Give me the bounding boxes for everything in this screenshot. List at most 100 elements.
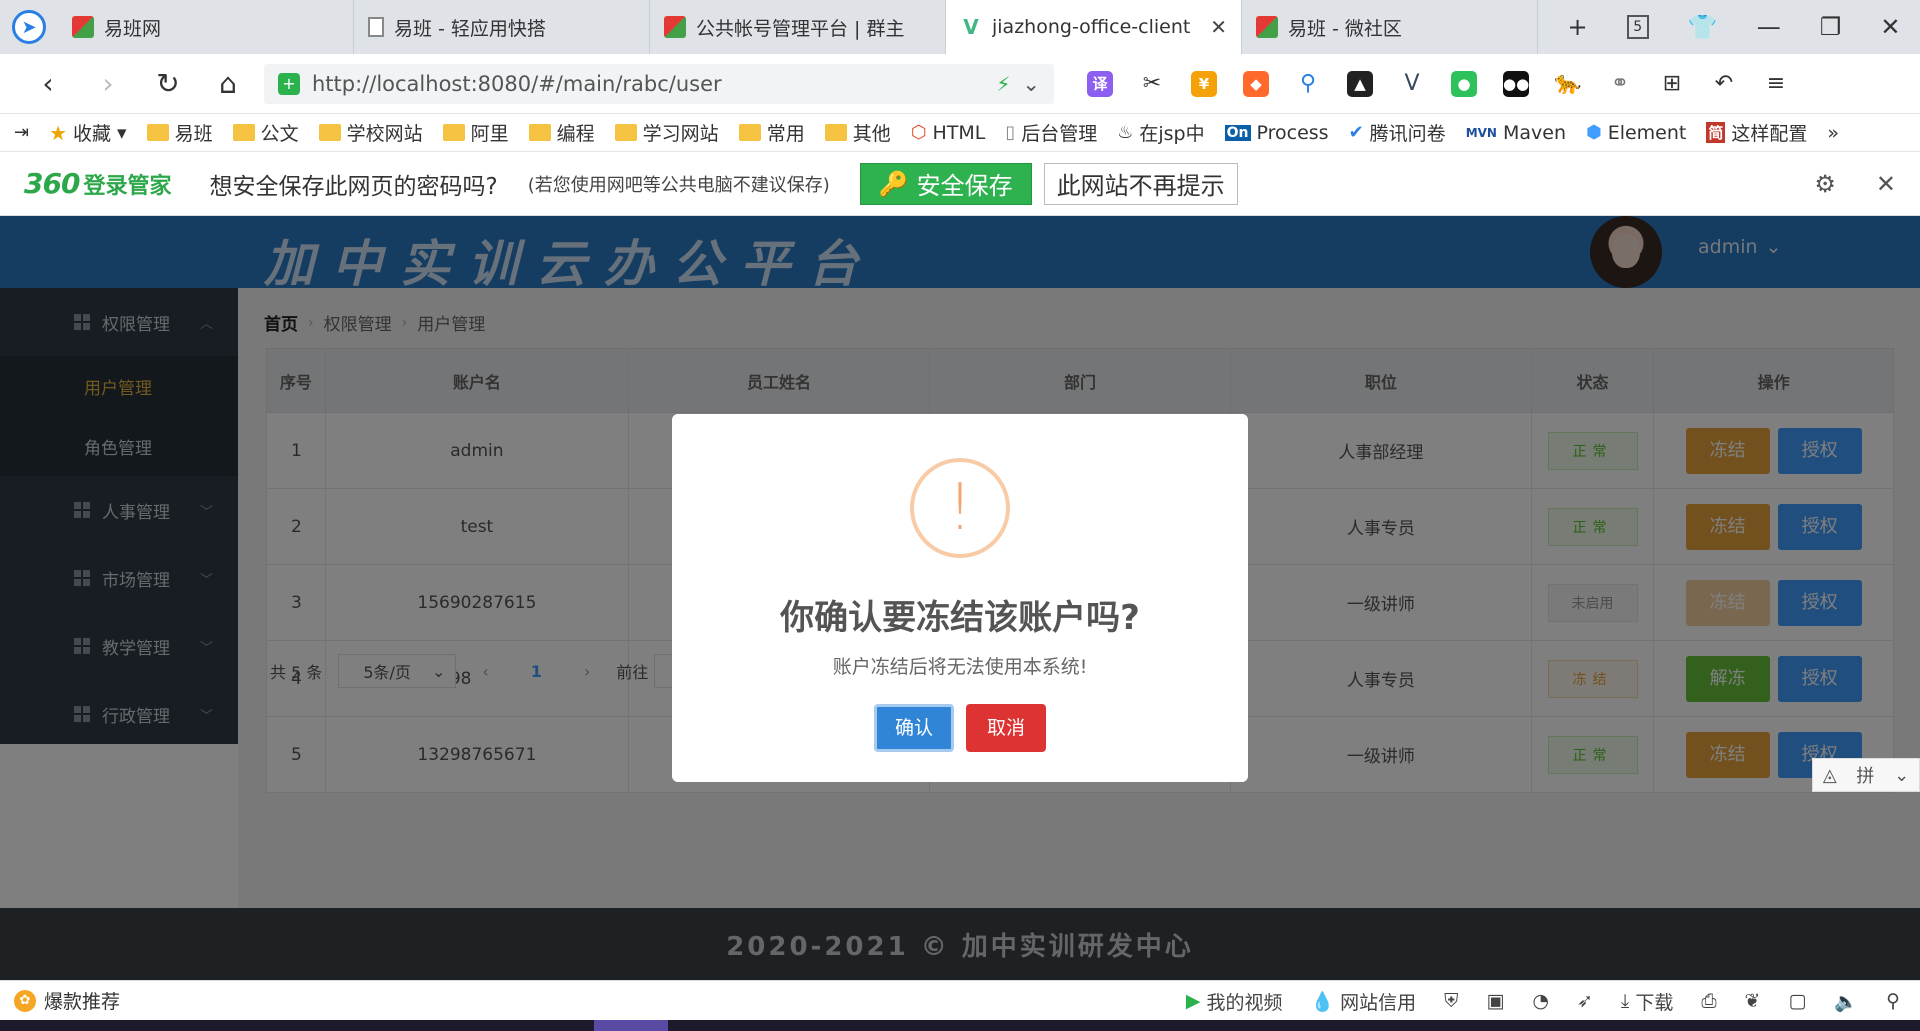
vuejs-devtools-icon[interactable]: V: [1386, 64, 1438, 104]
leaf-icon[interactable]: ❦: [1745, 990, 1761, 1012]
yiban-icon: [1256, 16, 1278, 38]
cancel-button[interactable]: 取消: [966, 704, 1046, 752]
bookmark-folder[interactable]: 学校网站: [318, 119, 423, 146]
extensions-bar: 译 ✂ ¥ ◆ ⚲ ▲ V ● ●● 🐆 ⚭ ⊞ ↶ ≡: [1074, 64, 1802, 104]
bookmark-link[interactable]: ⬡ HTML: [911, 122, 986, 144]
new-tab-icon[interactable]: +: [1568, 13, 1588, 41]
translate-icon[interactable]: 译: [1074, 64, 1126, 104]
chevron-down-icon[interactable]: ⌄: [1022, 72, 1040, 96]
browser-tab-bar: ➤ 易班网 易班 - 轻应用快搭 公共帐号管理平台 | 群主 V jiazhon…: [0, 0, 1920, 54]
bookmark-link[interactable]: 简这样配置: [1706, 119, 1807, 146]
browser-tab-3[interactable]: V jiazhong-office-client ✕: [946, 0, 1242, 54]
dialog-message: 账户冻结后将无法使用本系统!: [832, 656, 1088, 678]
ime-mode: 拼: [1856, 766, 1875, 787]
folder-icon: [528, 124, 551, 141]
never-prompt-button[interactable]: 此网站不再提示: [1043, 162, 1238, 205]
printer-icon[interactable]: ⎙: [1701, 990, 1716, 1012]
menu-icon[interactable]: ≡: [1750, 64, 1802, 104]
extension-dark-icon[interactable]: ▲: [1334, 64, 1386, 104]
minimize-icon[interactable]: —: [1757, 13, 1781, 41]
login-manager-brand: 360 登录管家: [24, 167, 172, 200]
forward-icon[interactable]: ›: [78, 67, 138, 100]
element-icon: ⬢: [1585, 122, 1602, 143]
password-save-bar: 360 登录管家 想安全保存此网页的密码吗? (若您使用网吧等公共电脑不建议保存…: [0, 152, 1920, 216]
browser-status-bar: ✿ 爆款推荐 ▶ 我的视频 💧 网站信用 ⛨ ▣ ◔ ➶ ⤓ 下载 ⎙ ❦ ▢ 🔈 ⚲: [0, 980, 1920, 1020]
ime-toolbar[interactable]: ◬ 拼 ⌄: [1812, 758, 1920, 792]
folder-icon: [442, 124, 465, 141]
wechat-icon[interactable]: ●: [1438, 64, 1490, 104]
bookmark-link[interactable]: On Process: [1224, 122, 1329, 144]
confirm-button[interactable]: 确认: [874, 704, 954, 752]
browser-tab-4[interactable]: 易班 - 微社区: [1242, 0, 1538, 54]
bookmark-folder[interactable]: 阿里: [442, 119, 509, 146]
url-input[interactable]: + http://localhost:8080/#/main/rabc/user…: [264, 63, 1054, 104]
tampermonkey-icon[interactable]: ●●: [1490, 64, 1542, 104]
image-icon[interactable]: ▣: [1486, 990, 1504, 1012]
bookmark-folder[interactable]: 公文: [232, 119, 299, 146]
save-password-button[interactable]: 🔑 安全保存: [859, 162, 1032, 205]
rocket-icon[interactable]: ➶: [1577, 990, 1593, 1012]
search-icon[interactable]: ⚲: [1282, 64, 1334, 104]
tab-count-badge[interactable]: 5: [1626, 15, 1649, 39]
undo-icon[interactable]: ↶: [1698, 64, 1750, 104]
bookmark-folder[interactable]: 易班: [146, 119, 213, 146]
password-hint: (若您使用网吧等公共电脑不建议保存): [527, 174, 830, 196]
java-icon: ♨: [1117, 122, 1134, 143]
bookmark-link[interactable]: MVN Maven: [1466, 122, 1566, 144]
speed-icon[interactable]: ◔: [1532, 990, 1549, 1012]
dialog-title: 你确认要冻结该账户吗?: [780, 598, 1140, 638]
site-credit-button[interactable]: 💧 网站信用: [1310, 988, 1416, 1015]
speaker-icon[interactable]: 🔈: [1834, 990, 1858, 1013]
shield-icon[interactable]: ⛨: [1444, 990, 1458, 1012]
link-icon[interactable]: ⚭: [1594, 64, 1646, 104]
bookmark-link[interactable]: ✔ 腾讯问卷: [1349, 119, 1446, 146]
close-window-icon[interactable]: ✕: [1880, 13, 1900, 41]
reload-icon[interactable]: ↻: [138, 67, 198, 100]
window-icon[interactable]: ▢: [1788, 990, 1806, 1012]
bookmark-link[interactable]: ⬢ Element: [1586, 122, 1686, 144]
apps-grid-icon[interactable]: ⊞: [1646, 64, 1698, 104]
cat-icon[interactable]: 🐆: [1542, 64, 1594, 104]
coupon-icon[interactable]: ¥: [1178, 64, 1230, 104]
password-question: 想安全保存此网页的密码吗?: [209, 173, 498, 200]
key-icon: 🔑: [878, 169, 909, 198]
game-icon[interactable]: ◆: [1230, 64, 1282, 104]
folder-icon: [824, 124, 847, 141]
warning-icon: !: [910, 458, 1010, 558]
maven-icon: MVN: [1465, 125, 1497, 140]
bookmark-link[interactable]: ▯ 后台管理: [1005, 119, 1097, 146]
download-button[interactable]: ⤓ 下载: [1621, 988, 1673, 1015]
status-tools: ▶ 我的视频 💧 网站信用 ⛨ ▣ ◔ ➶ ⤓ 下载 ⎙ ❦ ▢ 🔈 ⚲: [1186, 981, 1900, 1021]
yiban-icon: [664, 16, 686, 38]
browser-logo-icon[interactable]: ➤: [0, 0, 58, 54]
vue-icon: V: [963, 15, 979, 39]
bookmark-folder[interactable]: 常用: [738, 119, 805, 146]
close-tab-icon[interactable]: ✕: [1210, 15, 1227, 39]
scissors-icon[interactable]: ✂: [1126, 64, 1178, 104]
restore-icon[interactable]: ❐: [1820, 13, 1842, 41]
ime-logo-icon: ◬: [1822, 764, 1837, 786]
browser-tab-1[interactable]: 易班 - 轻应用快搭: [354, 0, 650, 54]
my-video-button[interactable]: ▶ 我的视频: [1186, 988, 1283, 1015]
bookmark-link[interactable]: ♨ 在jsp中: [1117, 119, 1204, 146]
bookmark-folder[interactable]: 学习网站: [614, 119, 719, 146]
browser-tab-0[interactable]: 易班网: [58, 0, 354, 54]
search-icon[interactable]: ⚲: [1886, 990, 1900, 1012]
shirt-icon[interactable]: 👕: [1688, 13, 1718, 41]
back-icon[interactable]: ‹: [18, 67, 78, 100]
document-icon: [368, 17, 384, 37]
close-icon[interactable]: ✕: [1876, 170, 1896, 198]
hot-recommend[interactable]: ✿ 爆款推荐: [14, 987, 120, 1014]
bookmark-folder[interactable]: 其他: [824, 119, 891, 146]
bookmark-folder[interactable]: 编程: [528, 119, 595, 146]
bookmarks-more-icon[interactable]: »: [1827, 122, 1839, 144]
bolt-icon[interactable]: ⚡: [996, 72, 1010, 96]
bookmark-favorites[interactable]: ★ 收藏 ▾: [49, 119, 127, 146]
gear-icon[interactable]: ⚙: [1814, 170, 1836, 198]
confirm-dialog: ! 你确认要冻结该账户吗? 账户冻结后将无法使用本系统! 确认 取消: [672, 414, 1248, 782]
browser-tab-2[interactable]: 公共帐号管理平台 | 群主: [650, 0, 946, 54]
video-icon: ▶: [1185, 990, 1201, 1012]
sidebar-toggle-icon[interactable]: ⇥: [14, 122, 29, 143]
bookmarks-bar: ⇥ ★ 收藏 ▾ 易班 公文 学校网站 阿里 编程 学习网站 常用 其他 ⬡ HTM…: [0, 114, 1920, 152]
home-icon[interactable]: ⌂: [198, 67, 258, 100]
